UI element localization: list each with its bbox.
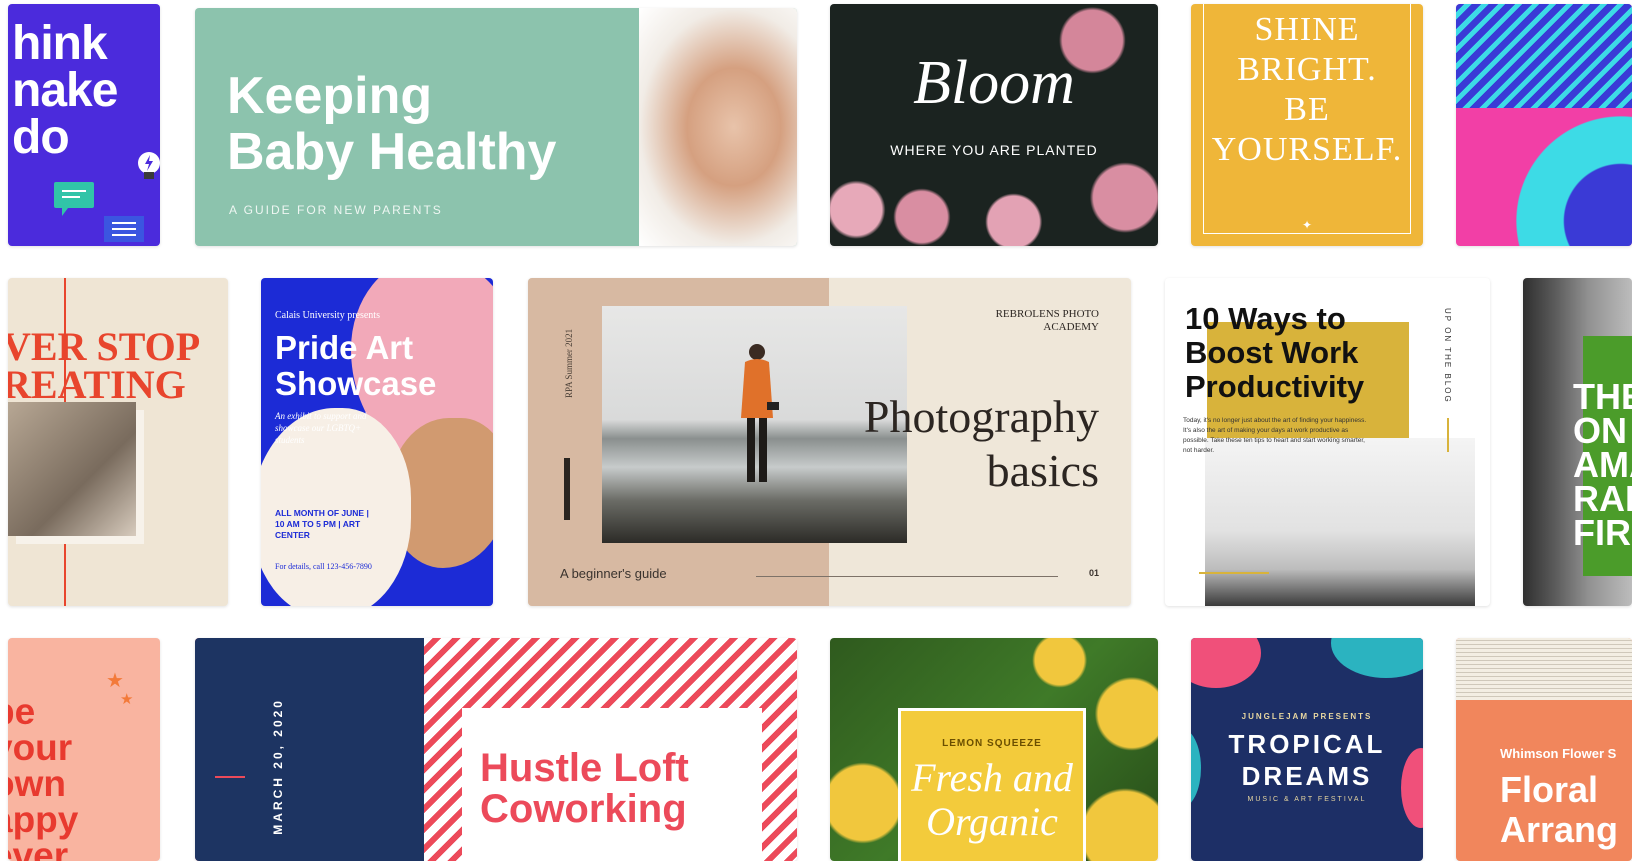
template-card-bloom[interactable]: Bloom WHERE YOU ARE PLANTED — [830, 4, 1158, 246]
photo-title: Photography basics — [863, 391, 1099, 496]
template-card-never-stop-creating[interactable]: VER STOP REATING — [8, 278, 228, 606]
template-card-10-ways[interactable]: 10 Ways to Boost Work Productivity Today… — [1165, 278, 1490, 606]
star-icon: ★ — [120, 691, 134, 708]
photo-vertical-label: RPA Summer 2021 — [564, 328, 574, 398]
hustle-title: Hustle Loft Coworking — [480, 746, 689, 831]
lemon-label: LEMON SQUEEZE — [942, 738, 1042, 749]
flower-presenter: Whimson Flower S — [1500, 746, 1617, 761]
office-photo — [1205, 438, 1475, 606]
baby-hands-photo — [639, 8, 797, 246]
template-card-pride-art-showcase[interactable]: Calais University presents Pride Art Sho… — [261, 278, 493, 606]
lightbulb-icon — [138, 152, 160, 179]
leaf-shape — [1191, 638, 1261, 688]
rain-text: THE ON T AMA RAI FIR — [1573, 376, 1632, 553]
template-card-tropical-dreams[interactable]: JUNGLEJAM PRESENTS TROPICAL DREAMS MUSIC… — [1191, 638, 1423, 861]
hustle-date: MARCH 20, 2020 — [271, 698, 285, 835]
hustle-accent-line — [215, 776, 245, 778]
template-card-shine-bright[interactable]: SHINE BRIGHT. BE YOURSELF. ✦ — [1191, 4, 1423, 246]
photo-rule — [756, 576, 1058, 577]
template-card-fresh-and-organic[interactable]: LEMON SQUEEZE Fresh and Organic — [830, 638, 1158, 861]
template-card-keeping-baby-healthy[interactable]: Keeping Baby Healthy A GUIDE FOR NEW PAR… — [195, 8, 797, 246]
happy-text: be your own appy ever — [8, 691, 79, 861]
ways-title: 10 Ways to Boost Work Productivity — [1185, 301, 1365, 404]
studio-photo — [8, 402, 136, 536]
template-card-geometric[interactable] — [1456, 4, 1632, 246]
never-text: VER STOP REATING — [8, 324, 201, 407]
flower-title: Floral Arrang — [1500, 769, 1619, 850]
pride-schedule: ALL MONTH OF JUNE | 10 AM TO 5 PM | ART … — [275, 508, 369, 540]
ways-paragraph: Today, it's no longer just about the art… — [1183, 417, 1367, 454]
ring-shape — [1516, 116, 1632, 246]
template-card-floral[interactable]: Whimson Flower S Floral Arrang — [1456, 638, 1632, 861]
pride-title: Pride Art Showcase — [275, 329, 437, 402]
photo-page-number: 01 — [1088, 568, 1099, 578]
star-icon: ✦ — [1301, 218, 1313, 232]
shine-text: SHINE BRIGHT. BE YOURSELF. — [1211, 11, 1403, 168]
newspaper-strip — [1456, 638, 1632, 700]
template-card-rainforest[interactable]: THE ON T AMA RAI FIR — [1523, 278, 1632, 606]
tropical-presenter: JUNGLEJAM PRESENTS — [1241, 712, 1373, 721]
bloom-title: Bloom — [913, 49, 1075, 117]
baby-title: Keeping Baby Healthy — [227, 67, 557, 181]
pride-presenter: Calais University presents — [275, 310, 380, 321]
stripe-pattern — [1456, 4, 1632, 108]
template-card-photography-basics[interactable]: RPA Summer 2021 REBROLENS PHOTO ACADEMY … — [528, 278, 1131, 606]
baby-subtitle: A GUIDE FOR NEW PARENTS — [229, 203, 443, 217]
hustle-navy-panel — [195, 638, 424, 861]
tropical-title: TROPICAL DREAMS — [1228, 729, 1386, 791]
photo-bar — [564, 458, 570, 520]
think-text: hink nake do — [12, 17, 118, 164]
leaf-shape — [1331, 638, 1423, 678]
ways-side-label: UP ON THE BLOG — [1443, 308, 1452, 404]
camera-icon — [741, 344, 779, 482]
lemon-title: Fresh and Organic — [911, 755, 1073, 844]
bloom-subtitle: WHERE YOU ARE PLANTED — [890, 142, 1098, 158]
photo-academy: REBROLENS PHOTO ACADEMY — [995, 308, 1099, 333]
chat-bubble-icon — [54, 182, 94, 216]
template-card-be-your-own-happy[interactable]: ★ ★ be your own appy ever — [8, 638, 160, 861]
pride-contact: For details, call 123-456-7890 — [275, 562, 372, 571]
template-card-hustle-loft[interactable]: MARCH 20, 2020 Hustle Loft Coworking — [195, 638, 797, 861]
photo-guide: A beginner's guide — [560, 566, 667, 581]
pride-description: An exhibit to support and showcase our L… — [275, 411, 367, 445]
template-card-think[interactable]: hink nake do — [8, 4, 160, 246]
menu-icon — [104, 216, 144, 242]
ways-side-line — [1447, 418, 1449, 452]
tropical-subtitle: MUSIC & ART FESTIVAL — [1247, 796, 1367, 803]
ways-underline — [1199, 572, 1269, 574]
